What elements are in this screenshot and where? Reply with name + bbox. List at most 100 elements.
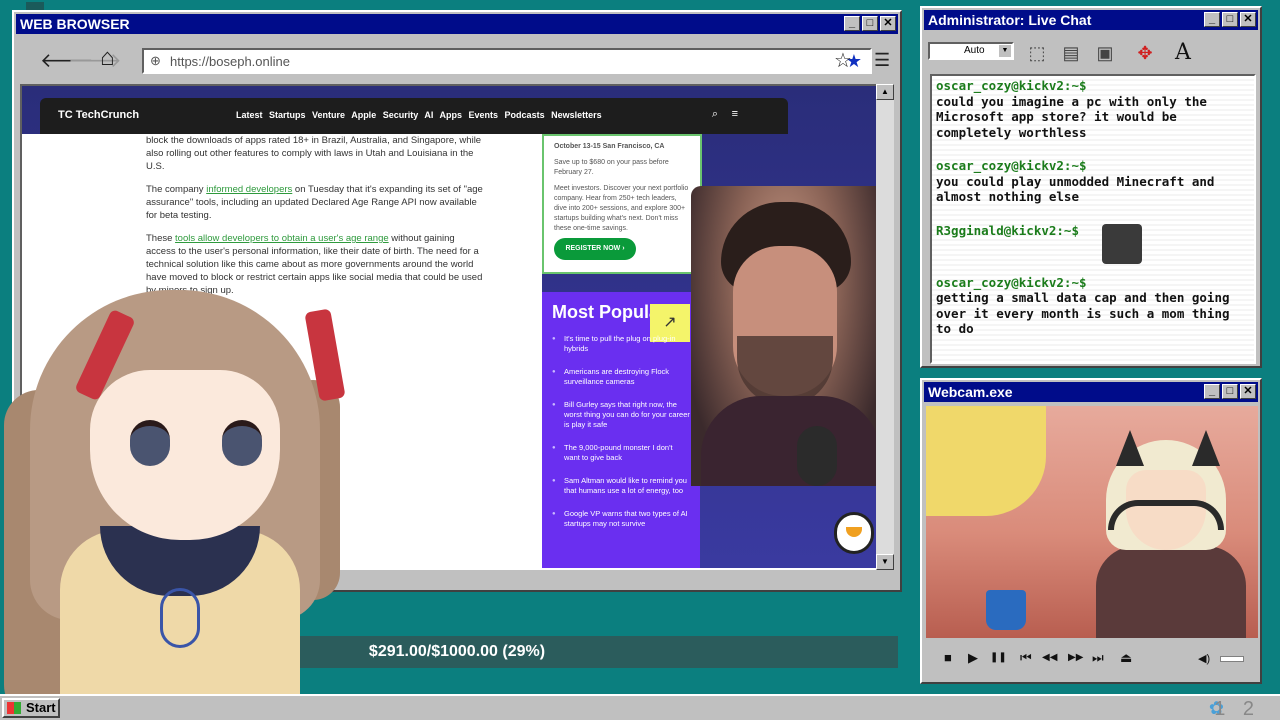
techcrunch-navbar: TC TechCrunch Latest Startups Venture Ap… [40,98,788,134]
close-button[interactable]: ✕ [880,16,896,31]
techcrunch-logo[interactable]: TC TechCrunch [58,109,139,121]
font-size-select[interactable]: Auto ▼ [928,42,1014,60]
paragraph-text: The company [146,184,207,195]
home-icon[interactable]: ⌂ [100,44,115,72]
windows-logo-icon [7,702,21,714]
browser-titlebar[interactable]: WEB BROWSER _ □ ✕ [16,14,898,34]
search-icon[interactable]: ⌕ [712,108,718,121]
user-avatar [1102,224,1142,264]
popular-item[interactable]: Americans are destroying Flock surveilla… [552,367,690,387]
avatar-eye-right [222,420,262,466]
chat-toolbar: Auto ▼ ⬚ ▤ ▣ ✥ A [926,34,1256,72]
plush-toy [926,406,1046,516]
blue-mug [986,590,1026,630]
close-button[interactable]: ✕ [1240,12,1256,27]
maximize-button[interactable]: □ [862,16,878,31]
popular-item[interactable]: It's time to pull the plug on plug-in hy… [552,334,690,354]
hamburger-icon[interactable]: ≡ [732,108,738,120]
font-tool-icon[interactable]: A [1168,38,1198,68]
scroll-up-arrow-icon[interactable]: ▲ [876,84,894,100]
article-paragraph: The company informed developers on Tuesd… [146,183,486,222]
article-paragraph: block the downloads of apps rated 18+ in… [146,134,486,173]
ribbon-bow-icon [160,588,200,648]
avatar-sweater [1096,546,1246,638]
scroll-down-arrow-icon[interactable]: ▼ [876,554,894,570]
maximize-button[interactable]: □ [1222,384,1238,399]
rewind-icon[interactable]: ◀◀ [1042,652,1057,663]
paragraph-text: These [146,233,176,244]
media-controls: ■ ▶ ❚❚ ⏮ ◀◀ ▶▶ ⏭ ⏏ ◀) [926,642,1258,676]
popular-item[interactable]: Bill Gurley says that right now, the wor… [552,400,690,430]
skip-forward-icon[interactable]: ⏭ [1092,650,1104,666]
live-chat-window: Administrator: Live Chat _ □ ✕ Auto ▼ ⬚ … [920,6,1262,368]
popular-item[interactable]: Sam Altman would like to remind you that… [552,476,690,496]
clock: 1 2 [1214,698,1260,720]
article-link[interactable]: tools allow developers to obtain a user'… [175,233,389,244]
webcam-window: Webcam.exe _ □ ✕ ■ ▶ ❚❚ ⏮ ◀◀ ▶▶ ⏭ ⏏ ◀) [920,378,1262,684]
chat-message: oscar_cozy@kickv2:~$ getting a small dat… [932,275,1254,337]
chat-username[interactable]: oscar_cozy@kickv2:~$ [936,275,1250,291]
chat-messages[interactable]: oscar_cozy@kickv2:~$ could you imagine a… [930,74,1256,364]
start-label: Start [26,700,56,715]
start-button[interactable]: Start [2,698,60,718]
article-link[interactable]: informed developers [206,184,292,195]
event-savings: Save up to $680 on your pass before Febr… [554,159,669,176]
volume-icon[interactable]: ◀) [1198,652,1210,665]
streamer-camera [691,186,878,486]
minimize-button[interactable]: _ [1204,384,1220,399]
register-button[interactable]: REGISTER NOW › [554,238,636,260]
copy-tool-icon[interactable]: ▤ [1056,38,1086,68]
microphone [797,426,837,486]
chat-text: you could play unmodded Minecraft and al… [936,173,1215,205]
maximize-button[interactable]: □ [1222,12,1238,27]
event-dates: October 13-15 San Francisco, CA [554,143,665,150]
browser-navbar: 🡐 🡒 ⌂ ⊕ https://boseph.online ★ ☆ ☰ [18,42,896,78]
pause-icon[interactable]: ❚❚ [990,652,1007,663]
desktop-icon-fragment[interactable] [26,2,44,10]
chat-message: oscar_cozy@kickv2:~$ could you imagine a… [932,78,1254,140]
move-tool-icon[interactable]: ✥ [1130,38,1160,68]
volume-slider[interactable] [1220,656,1244,662]
close-button[interactable]: ✕ [1240,384,1256,399]
webcam-title: Webcam.exe [928,384,1013,400]
headphones-icon [1108,500,1224,530]
chat-username[interactable]: oscar_cozy@kickv2:~$ [936,158,1250,174]
chat-message: R3gginald@kickv2:~$ [932,223,1254,257]
play-icon[interactable]: ▶ [968,650,978,666]
event-promo: October 13-15 San Francisco, CA Save up … [542,134,702,274]
penguin-logo-icon [834,512,874,554]
techcrunch-nav-links[interactable]: Latest Startups Venture Apple Security A… [236,110,602,120]
chat-username[interactable]: R3gginald@kickv2:~$ [936,223,1250,239]
skip-back-icon[interactable]: ⏮ [1020,650,1032,666]
globe-icon: ⊕ [150,53,161,68]
select-tool-icon[interactable]: ⬚ [1022,38,1052,68]
favorite-icon[interactable]: ☆ [834,48,852,73]
chat-username[interactable]: oscar_cozy@kickv2:~$ [936,78,1250,94]
menu-icon[interactable]: ☰ [874,50,890,71]
chat-message: oscar_cozy@kickv2:~$ you could play unmo… [932,158,1254,205]
minimize-button[interactable]: _ [1204,12,1220,27]
popular-item[interactable]: Google VP warns that two types of AI sta… [552,509,690,529]
vtuber-avatar [0,270,346,720]
chat-text: could you imagine a pc with only the Mic… [936,93,1207,140]
paragraph-text: block the downloads of apps rated 18+ in… [146,135,482,172]
most-popular-panel: Most Popular ↗ It's time to pull the plu… [542,292,700,568]
webcam-titlebar[interactable]: Webcam.exe _ □ ✕ [924,382,1258,402]
webcam-view [926,406,1258,638]
minimize-button[interactable]: _ [844,16,860,31]
taskbar: Start ✿ 1 2 [0,694,1280,720]
chevron-down-icon[interactable]: ▼ [999,45,1011,57]
eject-icon[interactable]: ⏏ [1120,650,1132,666]
address-bar[interactable]: ⊕ https://boseph.online ★ [142,48,872,74]
paste-tool-icon[interactable]: ▣ [1090,38,1120,68]
popular-item[interactable]: The 9,000-pound monster I don't want to … [552,443,690,463]
chat-titlebar[interactable]: Administrator: Live Chat _ □ ✕ [924,10,1258,30]
chat-text: getting a small data cap and then going … [936,290,1230,336]
font-size-value: Auto [964,45,985,56]
url-text: https://boseph.online [170,54,290,69]
vertical-scrollbar[interactable]: ▲ ▼ [876,84,894,570]
fast-forward-icon[interactable]: ▶▶ [1068,652,1083,663]
avatar-eye-left [130,420,170,466]
stop-icon[interactable]: ■ [944,650,952,665]
anime-avatar [1096,430,1246,638]
